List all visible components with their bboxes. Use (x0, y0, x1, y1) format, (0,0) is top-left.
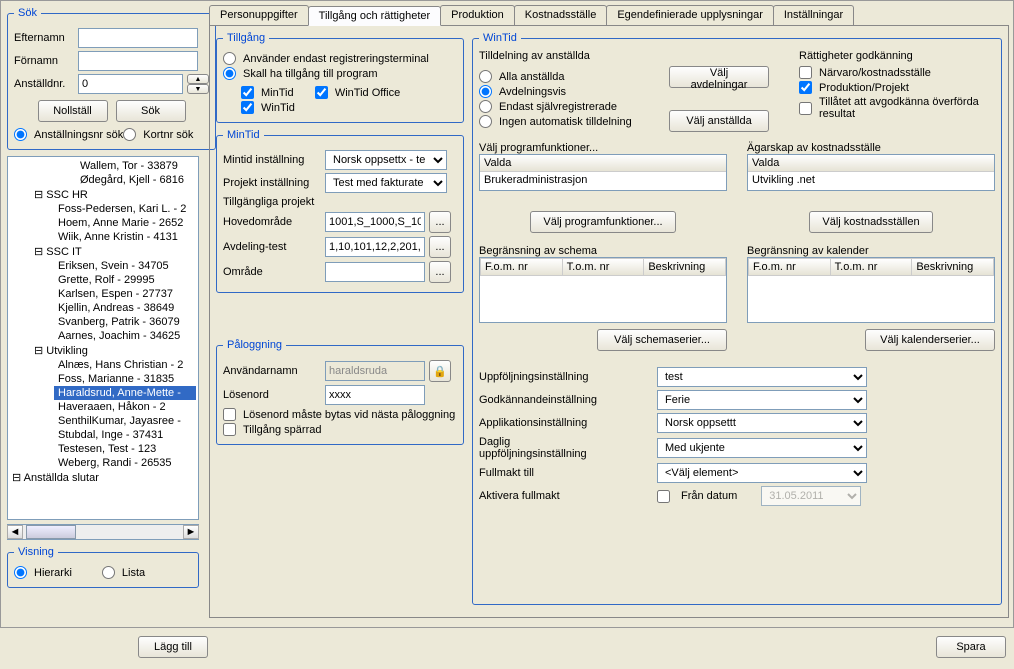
avd-radio[interactable] (479, 85, 492, 98)
wintid-fieldset: WinTid Tilldelning av anställda Alla ans… (472, 32, 1002, 605)
tree-item[interactable]: Stubdal, Inge - 37431 (54, 428, 196, 442)
kal-button[interactable]: Välj kalenderserier... (865, 329, 995, 351)
paloggning-fieldset: Påloggning Användarnamn🔒 Lösenord Löseno… (216, 339, 464, 445)
tree-item[interactable]: Kjellin, Andreas - 38649 (54, 301, 196, 315)
tree-item[interactable]: Wallem, Tor - 33879 (76, 159, 196, 173)
tree-item[interactable]: Haraldsrud, Anne-Mette - (54, 386, 196, 400)
search-fieldset: Sök Efternamn Förnamn Anställdnr.▲▼ Noll… (7, 7, 216, 150)
fullmakt-select[interactable]: <Välj element> (657, 463, 867, 483)
tree-item[interactable]: Foss, Marianne - 31835 (54, 372, 196, 386)
empno-search-radio[interactable] (14, 128, 27, 141)
hierarki-radio[interactable] (14, 566, 27, 579)
lock-icon[interactable]: 🔒 (429, 360, 451, 382)
omrade-browse[interactable]: ... (429, 261, 451, 283)
hovedomrade-browse[interactable]: ... (429, 211, 451, 233)
tree-item[interactable]: Alnæs, Hans Christian - 2 (54, 358, 196, 372)
tree-item[interactable]: Eriksen, Svein - 34705 (54, 259, 196, 273)
pfunk-listbox[interactable]: Valda Brukeradministrasjon (479, 154, 727, 191)
tree-item[interactable]: Foss-Pedersen, Kari L. - 2 (54, 202, 196, 216)
godkann-select[interactable]: Ferie (657, 390, 867, 410)
kost-button[interactable]: Välj kostnadsställen (809, 211, 932, 233)
add-button[interactable]: Lägg till (138, 636, 208, 658)
mintid-fieldset: MinTid Mintid inställningNorsk oppsettx … (216, 129, 464, 293)
schema-button[interactable]: Välj schemaserier... (597, 329, 727, 351)
tree-item[interactable]: Testesen, Test - 123 (54, 442, 196, 456)
firstname-label: Förnamn (14, 55, 74, 67)
lastname-label: Efternamn (14, 32, 74, 44)
employee-tree[interactable]: Wallem, Tor - 33879Ødegård, Kjell - 6816… (7, 156, 199, 520)
tab-2[interactable]: Produktion (440, 5, 515, 25)
hovedomrade-input[interactable] (325, 212, 425, 232)
tree-item[interactable]: Weberg, Randi - 26535 (54, 456, 196, 470)
ingen-radio[interactable] (479, 115, 492, 128)
tree-item[interactable]: Hoem, Anne Marie - 2652 (54, 216, 196, 230)
visning-fieldset: Visning Hierarki Lista (7, 546, 199, 588)
search-button[interactable]: Sök (116, 100, 186, 122)
program-radio[interactable] (223, 67, 236, 80)
avdeling-browse[interactable]: ... (429, 236, 451, 258)
wintid-check[interactable] (241, 101, 254, 114)
tree-item[interactable]: Ødegård, Kjell - 6816 (76, 173, 196, 187)
wintidoffice-check[interactable] (315, 86, 328, 99)
tab-3[interactable]: Kostnadsställe (514, 5, 608, 25)
empno-label: Anställdnr. (14, 78, 74, 90)
alla-radio[interactable] (479, 70, 492, 83)
tree-item[interactable]: Aarnes, Joachim - 34625 (54, 329, 196, 343)
uppfolj-select[interactable]: test (657, 367, 867, 387)
lista-radio[interactable] (102, 566, 115, 579)
schema-grid[interactable]: F.o.m. nrT.o.m. nrBeskrivning (479, 257, 727, 323)
empno-input[interactable] (78, 74, 183, 94)
agar-listbox[interactable]: Valda Utvikling .net (747, 154, 995, 191)
tab-5[interactable]: Inställningar (773, 5, 854, 25)
reset-button[interactable]: Nollställ (38, 100, 108, 122)
mintid-check[interactable] (241, 86, 254, 99)
tree-item[interactable]: Wiik, Anne Kristin - 4131 (54, 230, 196, 244)
tree-item[interactable]: Haveraaen, Håkon - 2 (54, 400, 196, 414)
mintid-setting-select[interactable]: Norsk oppsettx - te (325, 150, 447, 170)
username-input (325, 361, 425, 381)
save-button[interactable]: Spara (936, 636, 1006, 658)
tree-item[interactable]: Karlsen, Espen - 27737 (54, 287, 196, 301)
tab-4[interactable]: Egendefinierade upplysningar (606, 5, 774, 25)
tabs: PersonuppgifterTillgång och rättigheterP… (209, 5, 1009, 26)
tree-group[interactable]: Anställda slutar (10, 470, 196, 485)
lastname-input[interactable] (78, 28, 198, 48)
tree-group[interactable]: Utvikling (32, 343, 196, 358)
project-setting-select[interactable]: Test med fakturate (325, 173, 447, 193)
search-legend: Sök (14, 7, 41, 19)
valj-avd-button[interactable]: Välj avdelningar (669, 66, 769, 88)
tree-group[interactable]: SSC IT (32, 244, 196, 259)
kal-grid[interactable]: F.o.m. nrT.o.m. nrBeskrivning (747, 257, 995, 323)
tree-item[interactable]: Svanberg, Patrik - 36079 (54, 315, 196, 329)
aktivera-check[interactable] (657, 490, 670, 503)
tillatet-check[interactable] (799, 102, 812, 115)
visning-legend: Visning (14, 546, 58, 558)
tab-0[interactable]: Personuppgifter (209, 5, 309, 25)
tree-item[interactable]: Grette, Rolf - 29995 (54, 273, 196, 287)
date-select: 31.05.2011 (761, 486, 861, 506)
tillgang-fieldset: Tillgång Använder endast registreringste… (216, 32, 464, 123)
omrade-input[interactable] (325, 262, 425, 282)
valj-anst-button[interactable]: Välj anställda (669, 110, 769, 132)
app-select[interactable]: Norsk oppsettt (657, 413, 867, 433)
terminal-radio[interactable] (223, 52, 236, 65)
tree-hscroll[interactable]: ◄► (7, 524, 199, 540)
daglig-select[interactable]: Med ukjente (657, 438, 867, 458)
firstname-input[interactable] (78, 51, 198, 71)
mustchange-check[interactable] (223, 408, 236, 421)
narvaro-check[interactable] (799, 66, 812, 79)
endast-radio[interactable] (479, 100, 492, 113)
cardno-search-radio[interactable] (123, 128, 136, 141)
prod-check[interactable] (799, 81, 812, 94)
tree-item[interactable]: SenthilKumar, Jayasree - (54, 414, 196, 428)
tree-group[interactable]: SSC HR (32, 187, 196, 202)
password-input[interactable] (325, 385, 425, 405)
pfunk-button[interactable]: Välj programfunktioner... (530, 211, 675, 233)
avdeling-input[interactable] (325, 237, 425, 257)
blocked-check[interactable] (223, 423, 236, 436)
tab-1[interactable]: Tillgång och rättigheter (308, 6, 442, 26)
